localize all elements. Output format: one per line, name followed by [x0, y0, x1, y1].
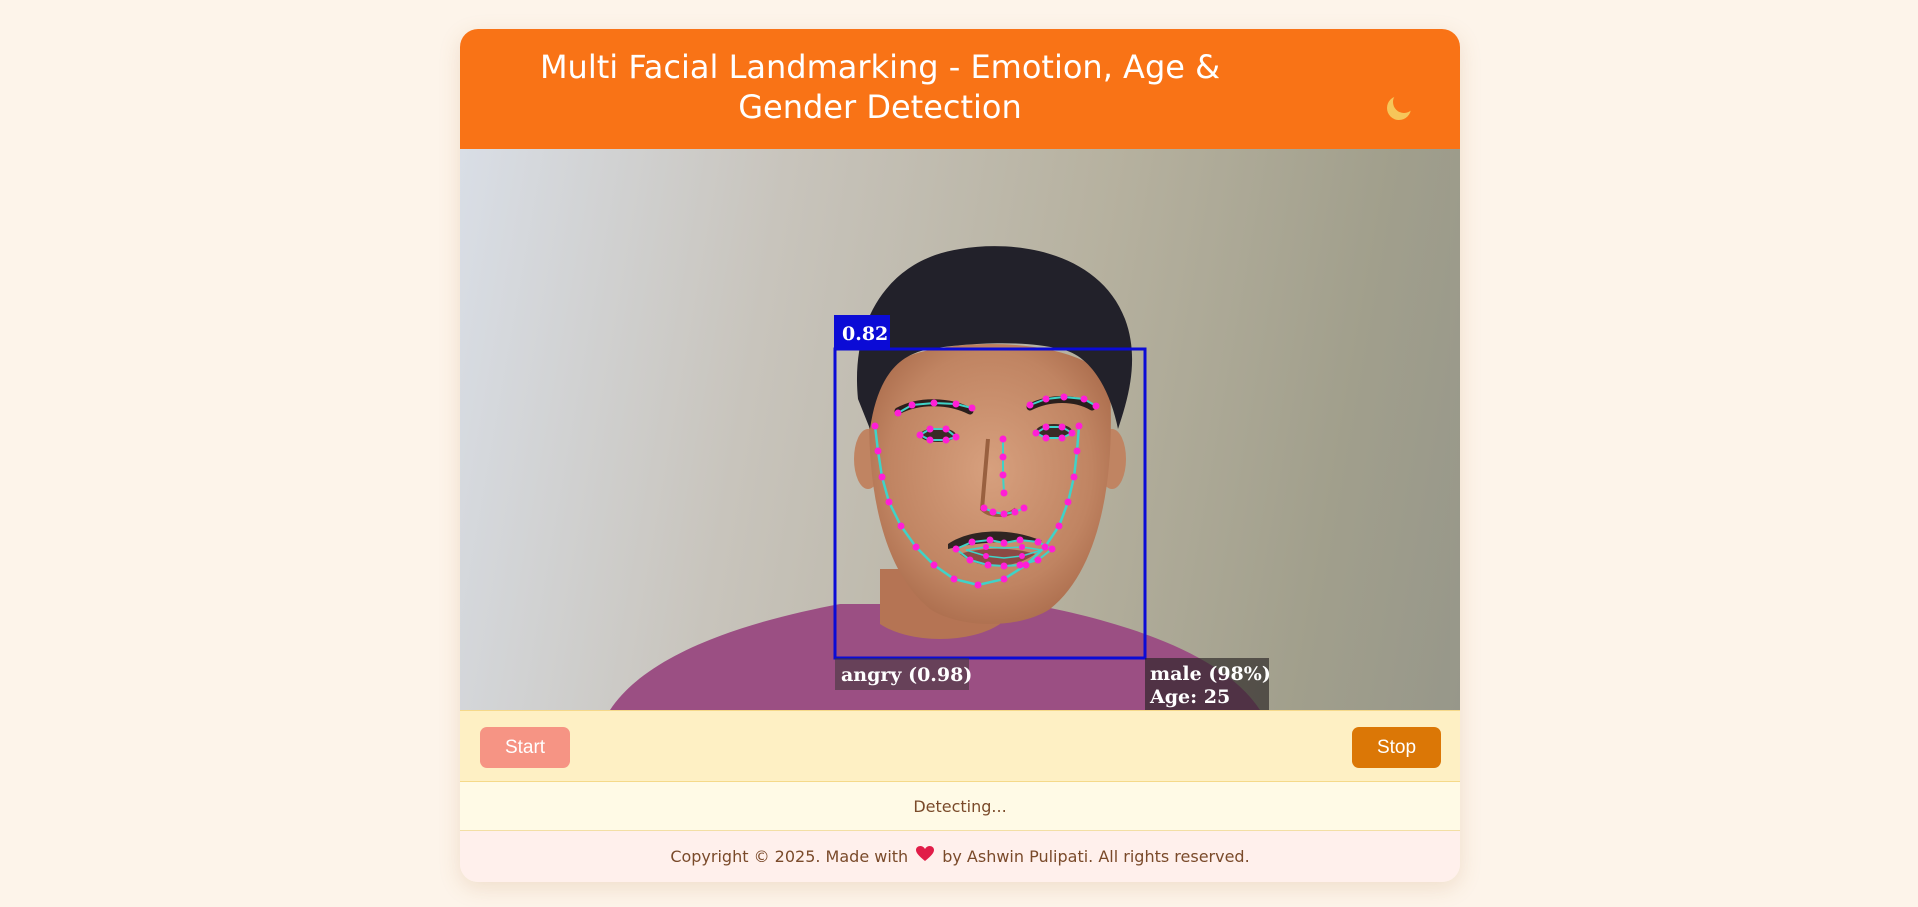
webcam-video-feed: 0.82 angry (0.98) male (98%) Age: 25	[460, 149, 1460, 710]
page-title: Multi Facial Landmarking - Emotion, Age …	[539, 48, 1221, 126]
crescent-moon-icon	[1387, 96, 1411, 120]
start-button[interactable]: Start	[480, 727, 570, 768]
app-card: Multi Facial Landmarking - Emotion, Age …	[460, 29, 1460, 882]
heart-icon	[916, 846, 935, 867]
nose-bridge-line	[1002, 439, 1005, 494]
app-header: Multi Facial Landmarking - Emotion, Age …	[460, 29, 1460, 149]
copyright-suffix: by Ashwin Pulipati. All rights reserved.	[942, 847, 1250, 866]
theme-toggle-button[interactable]	[1380, 89, 1420, 125]
copyright-prefix: Copyright © 2025. Made with	[670, 847, 909, 866]
gender-label: male (98%)	[1150, 663, 1271, 685]
stop-button[interactable]: Stop	[1352, 727, 1441, 768]
age-label: Age: 25	[1149, 686, 1230, 708]
status-bar: Detecting...	[460, 782, 1460, 831]
detection-score-label: 0.82	[842, 323, 888, 345]
footer: Copyright © 2025. Made with by Ashwin Pu…	[460, 831, 1460, 882]
emotion-label: angry (0.98)	[841, 664, 972, 686]
detection-overlay: 0.82 angry (0.98) male (98%) Age: 25	[610, 246, 1271, 710]
status-text: Detecting...	[913, 796, 1007, 816]
controls-bar: Start Stop	[460, 710, 1460, 782]
